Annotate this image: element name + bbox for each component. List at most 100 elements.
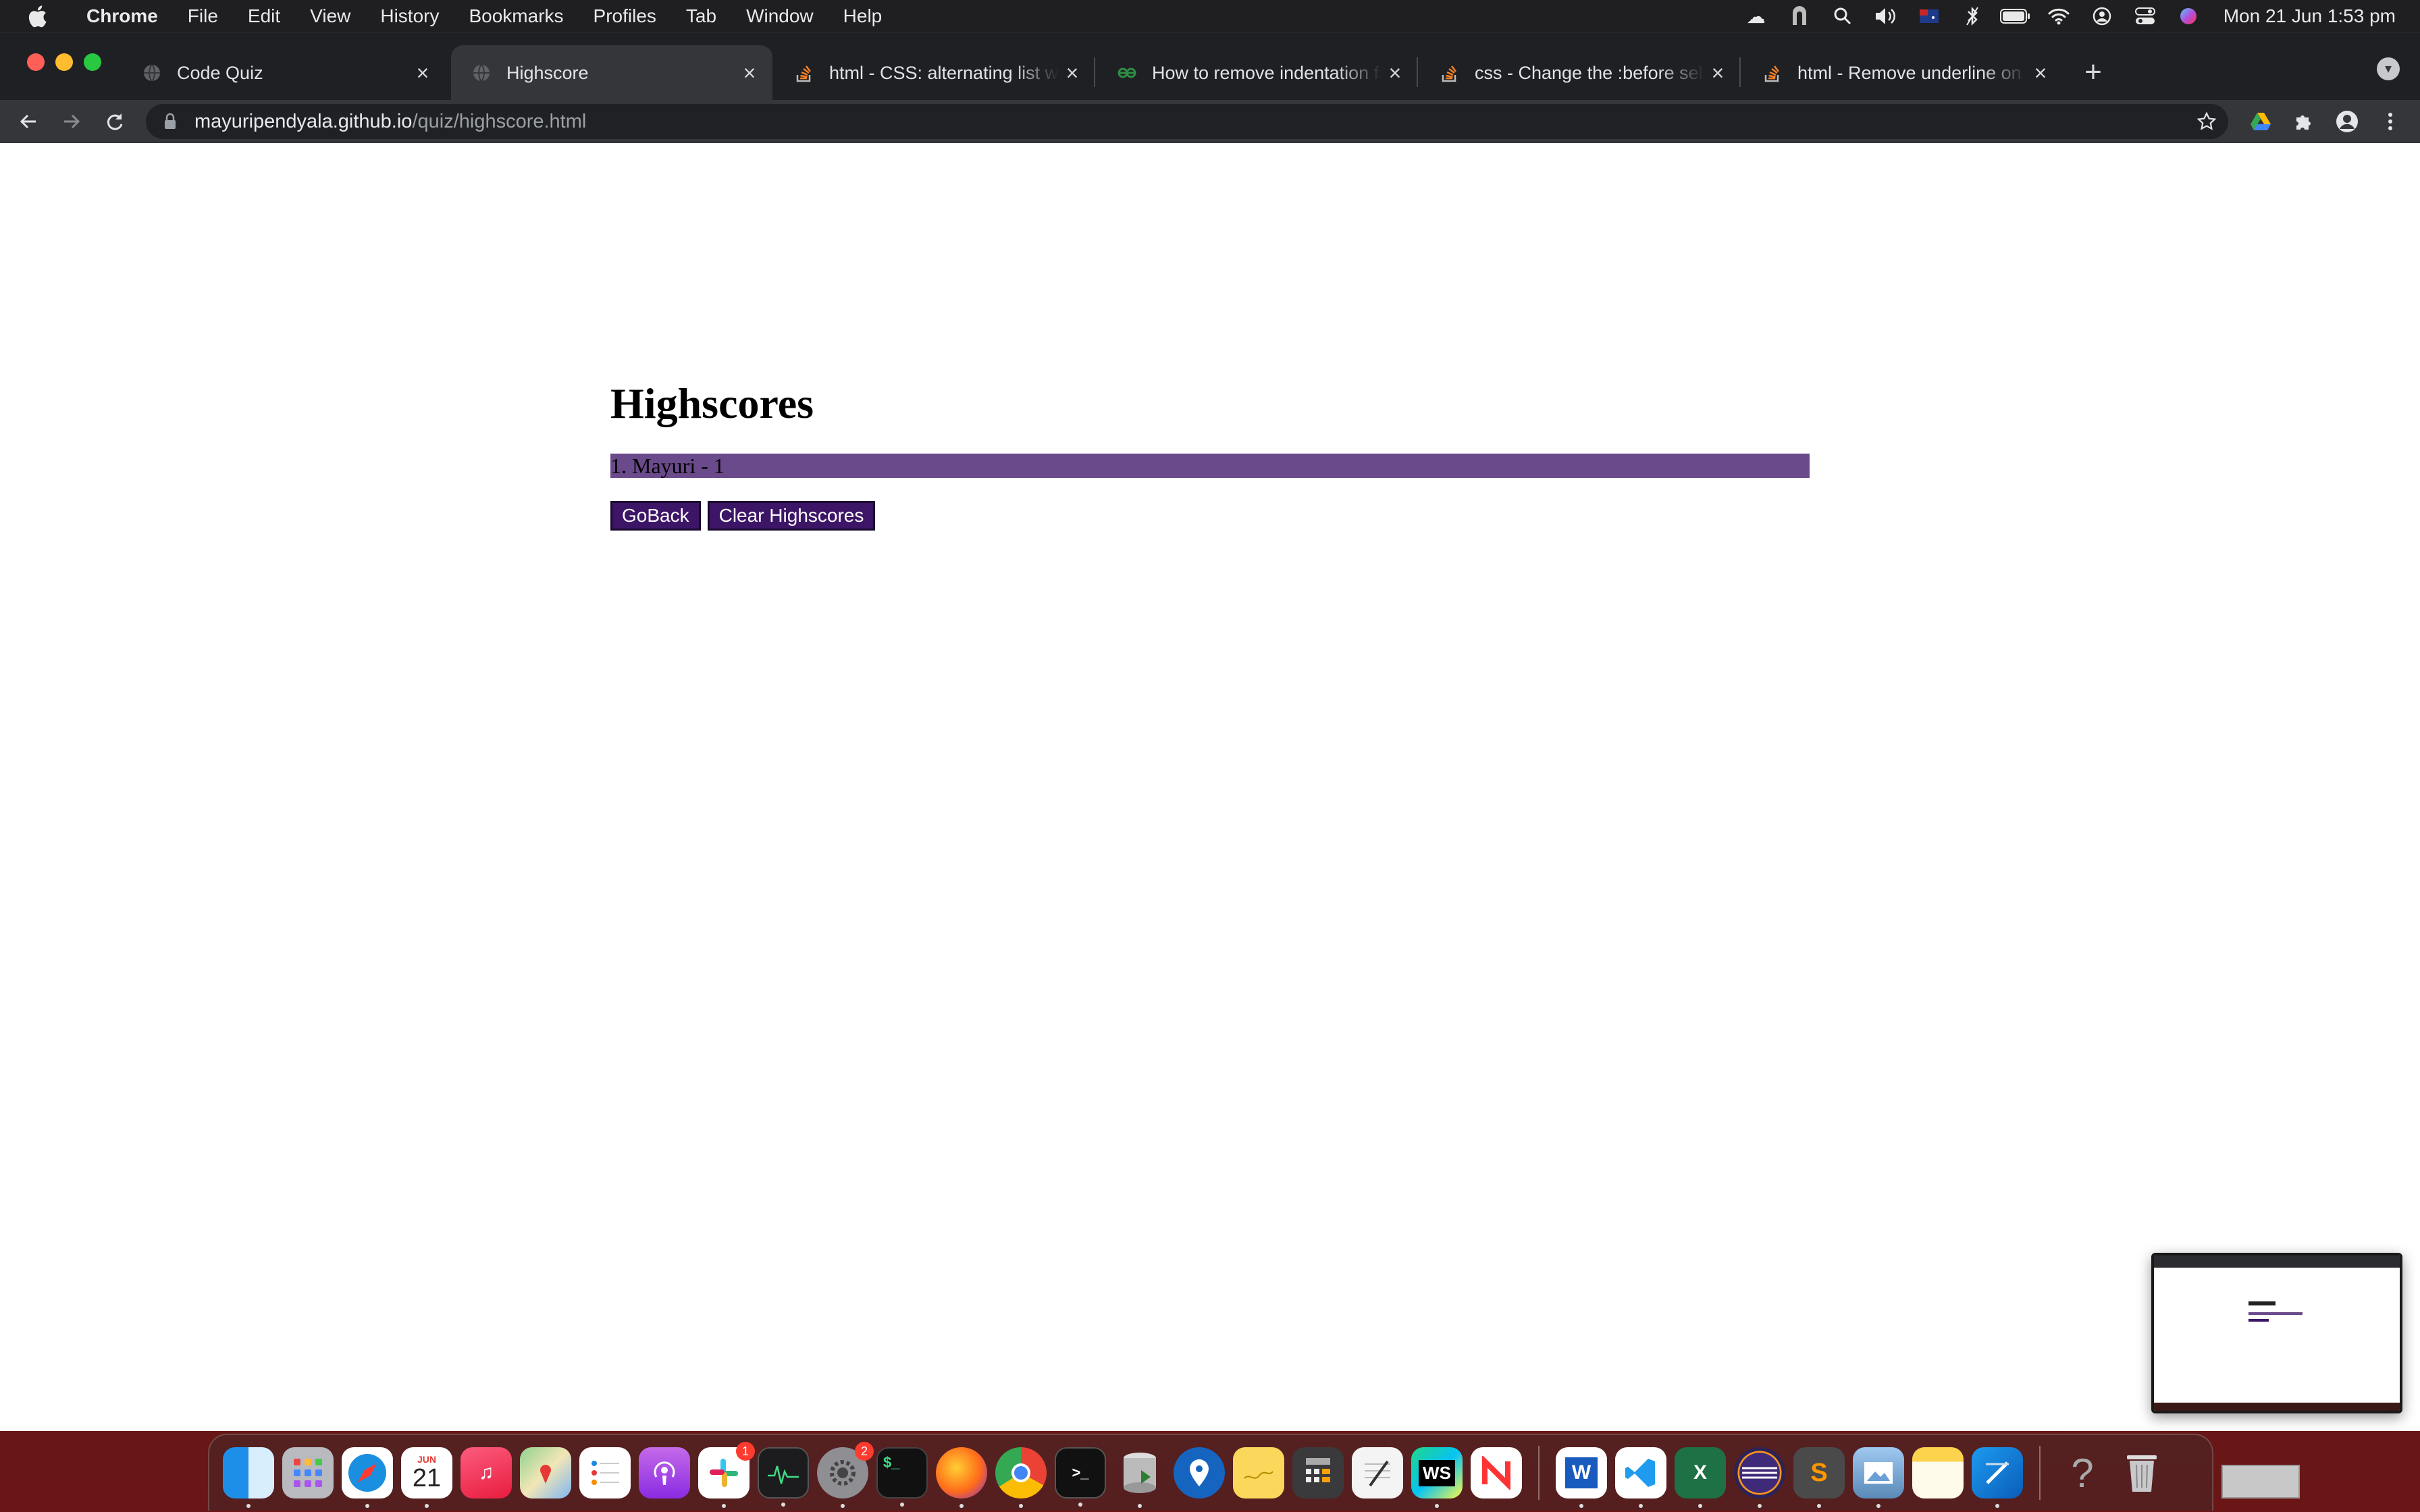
user-icon[interactable] — [2080, 0, 2124, 32]
dock-area: JUN 21 ♫ 1 2 $_ >_ WS W X S ? — [0, 1431, 2420, 1512]
maps-icon[interactable] — [520, 1447, 571, 1498]
lock-icon[interactable] — [146, 113, 194, 130]
apple-menu-icon[interactable] — [0, 5, 74, 28]
close-tab-icon[interactable]: × — [2027, 59, 2054, 86]
close-tab-icon[interactable]: × — [1059, 59, 1086, 86]
forward-icon[interactable] — [50, 100, 93, 143]
close-tab-icon[interactable]: × — [1382, 59, 1409, 86]
tab-code-quiz[interactable]: Code Quiz × — [122, 45, 446, 101]
help-icon[interactable]: ? — [2057, 1447, 2108, 1498]
stickies-icon[interactable] — [1233, 1447, 1284, 1498]
volume-icon[interactable] — [1864, 0, 1908, 32]
google-drive-icon[interactable] — [2239, 100, 2282, 143]
menu-app-name[interactable]: Chrome — [74, 5, 176, 27]
reload-icon[interactable] — [93, 100, 136, 143]
tab-remove-underline[interactable]: html - Remove underline on sp × — [1742, 45, 2063, 101]
close-window-button[interactable] — [27, 53, 45, 71]
tab-css-alternating-list[interactable]: html - CSS: alternating list with × — [774, 45, 1095, 101]
address-bar[interactable]: mayuripendyala.github.io/quiz/highscore.… — [146, 104, 2228, 139]
bluetooth-icon[interactable] — [1951, 0, 1994, 32]
dock-divider — [1538, 1446, 1540, 1500]
calendar-icon[interactable]: JUN 21 — [401, 1447, 452, 1508]
stackoverflow-icon — [794, 63, 814, 83]
close-tab-icon[interactable]: × — [409, 59, 436, 86]
news-icon[interactable] — [1471, 1447, 1522, 1498]
wifi-icon[interactable] — [2037, 0, 2080, 32]
menu-help[interactable]: Help — [831, 5, 900, 27]
thumbnail-title — [2248, 1301, 2276, 1305]
menu-bar: Chrome File Edit View History Bookmarks … — [0, 0, 2420, 32]
close-tab-icon[interactable]: × — [736, 59, 763, 86]
tab-css-before-selector[interactable]: css - Change the :before selecto × — [1419, 45, 1741, 101]
status-area: ☁ Mon 21 Jun 1:53 pm — [1735, 0, 2420, 32]
minimized-window-thumbnail[interactable] — [2221, 1465, 2300, 1498]
preview-icon[interactable] — [1853, 1447, 1904, 1508]
tab-highscore[interactable]: Highscore × — [451, 45, 772, 101]
eclipse-icon[interactable] — [1734, 1447, 1785, 1508]
word-label: W — [1564, 1457, 1598, 1488]
minimize-window-button[interactable] — [55, 53, 73, 71]
database-icon[interactable] — [1114, 1447, 1165, 1508]
webstorm-icon[interactable]: WS — [1411, 1447, 1463, 1508]
excel-icon[interactable]: X — [1675, 1447, 1726, 1508]
menu-edit[interactable]: Edit — [236, 5, 298, 27]
bookmark-star-icon[interactable] — [2185, 111, 2228, 132]
close-tab-icon[interactable]: × — [1704, 59, 1731, 86]
clear-highscores-button[interactable]: Clear Highscores — [707, 501, 876, 531]
chrome-icon[interactable] — [995, 1447, 1047, 1508]
control-center-icon[interactable] — [2124, 0, 2167, 32]
activity-monitor-icon[interactable] — [758, 1447, 809, 1507]
vscode-icon[interactable] — [1615, 1447, 1666, 1508]
siri-icon[interactable] — [2167, 0, 2210, 32]
podcasts-icon[interactable] — [639, 1447, 690, 1498]
calendar-month: JUN — [417, 1454, 436, 1465]
tab-remove-indentation[interactable]: How to remove indentation from × — [1097, 45, 1418, 101]
menu-view[interactable]: View — [298, 5, 368, 27]
textedit-icon[interactable] — [1352, 1447, 1403, 1498]
thumbnail-score-row — [2248, 1312, 2303, 1315]
safari-icon[interactable] — [342, 1447, 393, 1508]
menu-tab[interactable]: Tab — [674, 5, 734, 27]
terminal-alt-icon[interactable]: $_ — [876, 1447, 928, 1507]
terminal-icon[interactable]: >_ — [1055, 1447, 1106, 1507]
tab-strip: Code Quiz × Highscore × html - CSS: alte… — [0, 32, 2420, 101]
tab-title: html - CSS: alternating list with — [829, 62, 1059, 83]
extensions-puzzle-icon[interactable] — [2282, 100, 2325, 143]
menu-bookmarks[interactable]: Bookmarks — [456, 5, 581, 27]
menu-profiles[interactable]: Profiles — [581, 5, 674, 27]
desktop: Chrome File Edit View History Bookmarks … — [0, 0, 2420, 1512]
go-back-button[interactable]: GoBack — [610, 501, 701, 531]
notes-icon[interactable] — [1912, 1447, 1964, 1498]
screenshot-thumbnail[interactable] — [2151, 1253, 2402, 1413]
tab-search-icon[interactable]: ▾ — [2377, 57, 2400, 80]
settings-icon[interactable]: 2 — [817, 1442, 874, 1508]
back-icon[interactable] — [7, 100, 50, 143]
finder-icon[interactable] — [223, 1447, 274, 1508]
menu-window[interactable]: Window — [734, 5, 831, 27]
menubar-clock[interactable]: Mon 21 Jun 1:53 pm — [2224, 5, 2396, 27]
flag-icon[interactable] — [1908, 0, 1951, 32]
slack-icon[interactable]: 1 — [698, 1442, 755, 1508]
slack-badge: 1 — [736, 1442, 755, 1461]
web-page: Highscores 1. Mayuri - 1 GoBack Clear Hi… — [0, 143, 2420, 1431]
menu-file[interactable]: File — [176, 5, 236, 27]
xcode-icon[interactable] — [1972, 1447, 2023, 1508]
menu-history[interactable]: History — [368, 5, 456, 27]
spotlight-icon[interactable] — [1821, 0, 1864, 32]
profile-avatar-icon[interactable] — [2325, 100, 2369, 143]
location-icon[interactable] — [1174, 1447, 1225, 1498]
music-icon[interactable]: ♫ — [461, 1447, 512, 1498]
reminders-icon[interactable] — [579, 1447, 631, 1498]
new-tab-icon[interactable]: + — [2078, 57, 2108, 88]
cloud-sync-icon[interactable]: ☁ — [1735, 0, 1778, 32]
battery-icon[interactable] — [1994, 0, 2037, 32]
calculator-icon[interactable] — [1292, 1447, 1344, 1498]
firefox-icon[interactable] — [936, 1447, 987, 1508]
trash-icon[interactable] — [2116, 1447, 2167, 1498]
chrome-menu-icon[interactable] — [2369, 100, 2412, 143]
vpn-icon[interactable] — [1778, 0, 1821, 32]
sublime-icon[interactable]: S — [1793, 1447, 1845, 1508]
fullscreen-window-button[interactable] — [84, 53, 101, 71]
word-icon[interactable]: W — [1556, 1447, 1607, 1508]
launchpad-icon[interactable] — [282, 1447, 334, 1498]
